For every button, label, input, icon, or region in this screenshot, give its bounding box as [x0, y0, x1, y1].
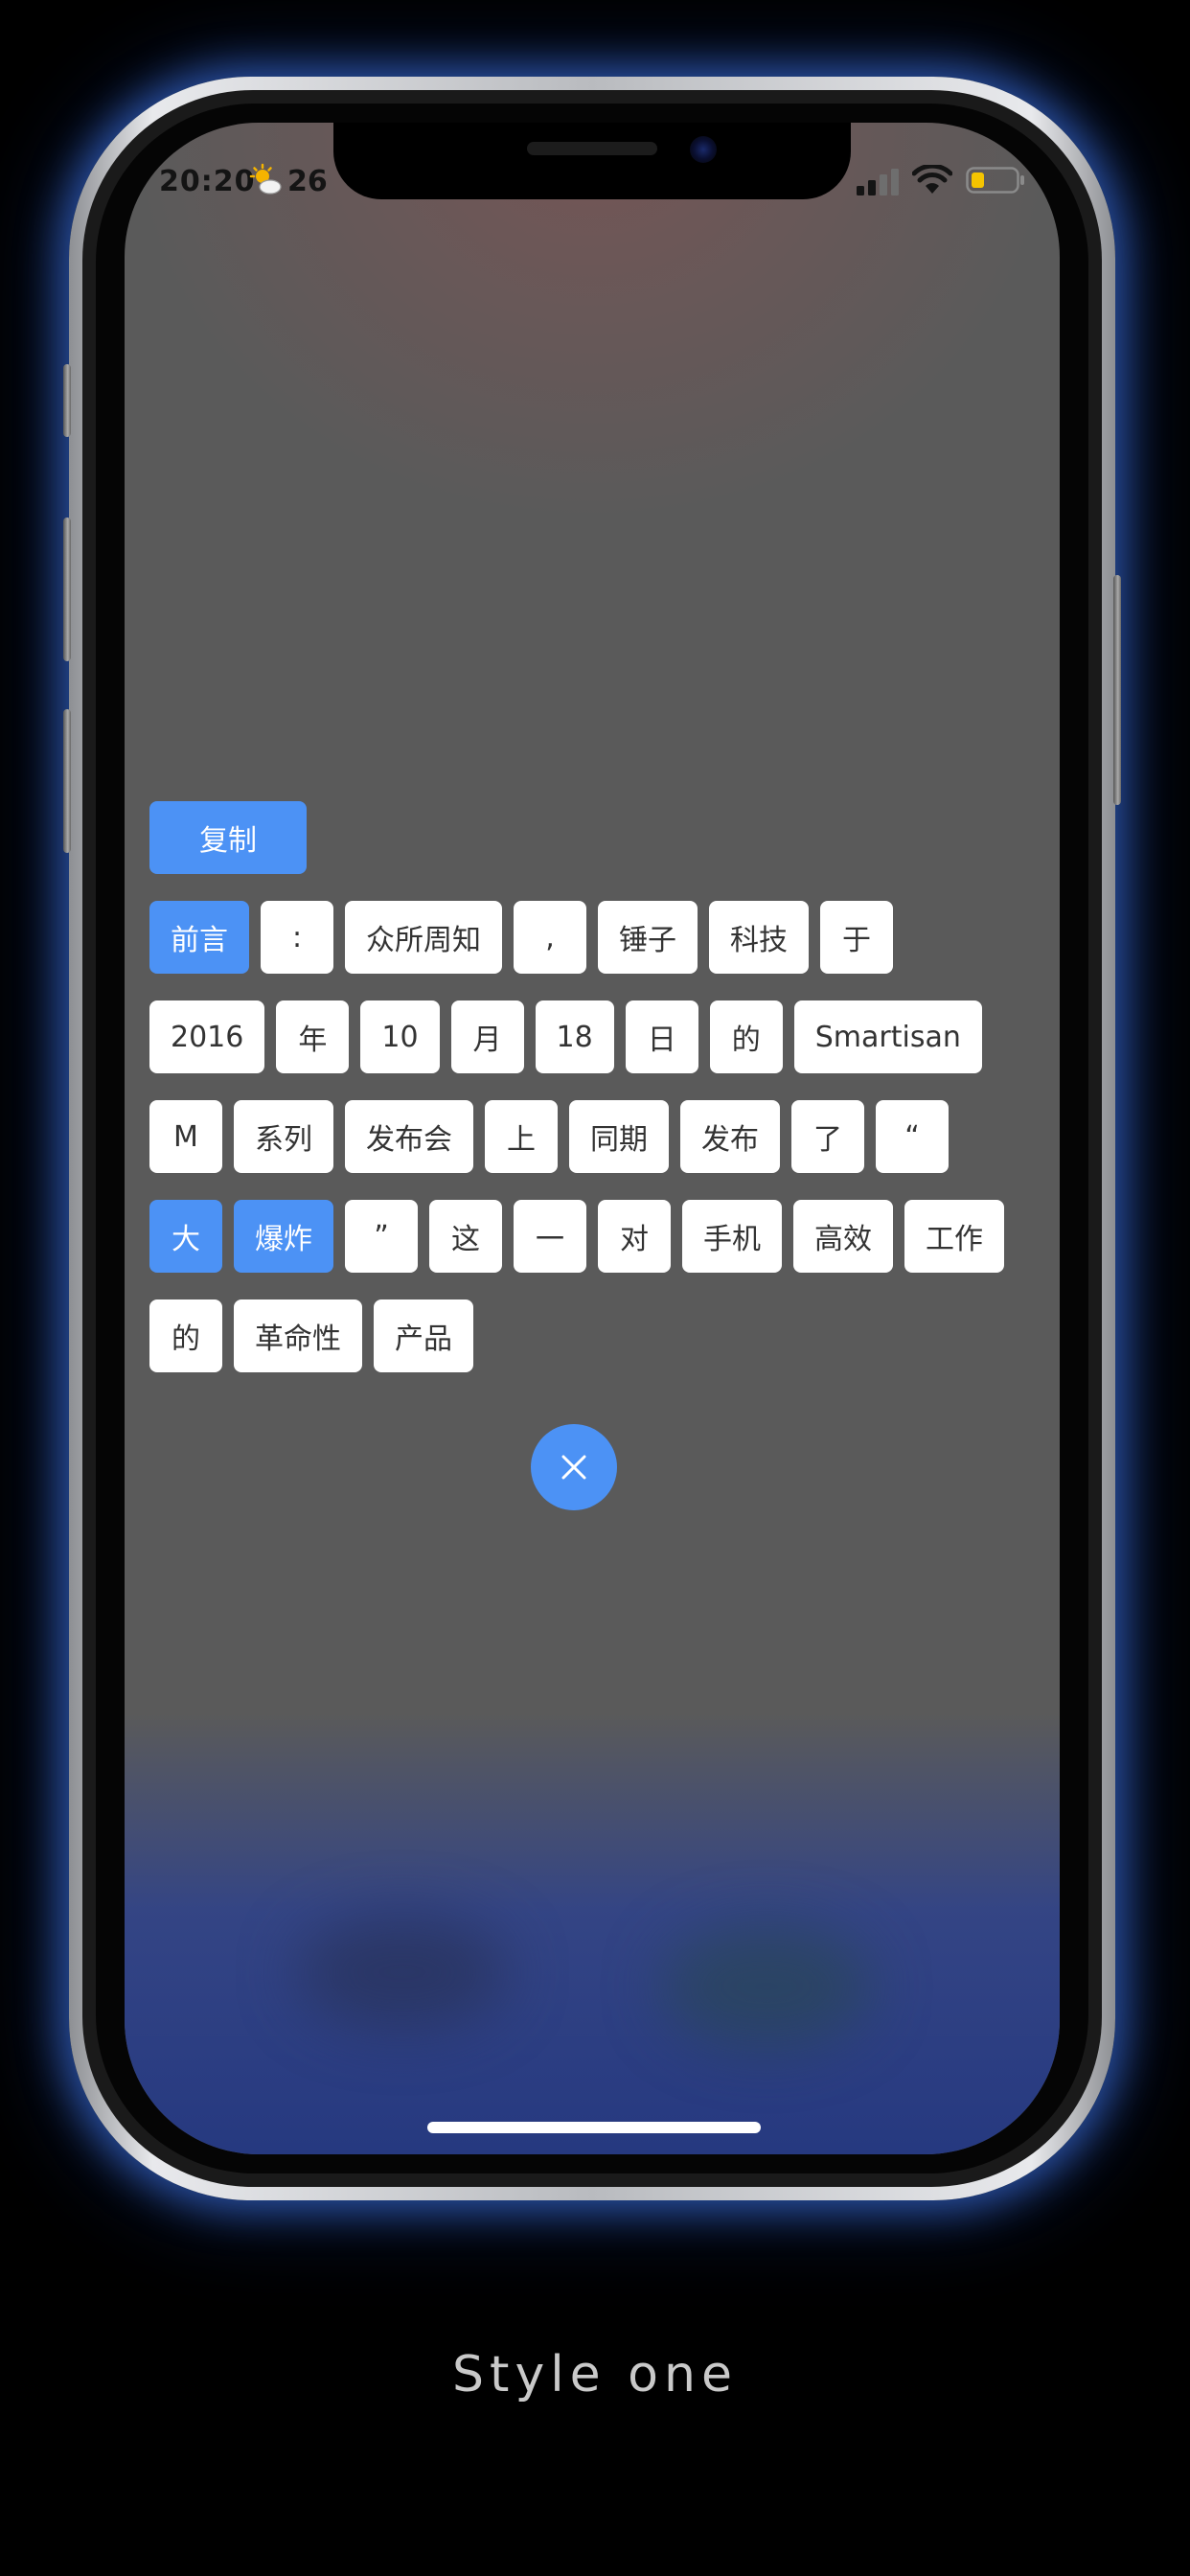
token[interactable]: 工作: [904, 1200, 1004, 1273]
token[interactable]: ”: [345, 1200, 418, 1273]
screen-background-bottom: [125, 1714, 1060, 2154]
wifi-icon: [912, 165, 952, 194]
token[interactable]: 对: [598, 1200, 671, 1273]
token[interactable]: 高效: [793, 1200, 893, 1273]
battery-low-icon: [966, 167, 1024, 194]
token-row: 前言: 众所周知, 锤子 科技于: [149, 901, 1041, 974]
volume-up-button: [63, 518, 71, 661]
token[interactable]: 2016: [149, 1000, 265, 1073]
token[interactable]: 于: [820, 901, 893, 974]
copy-button[interactable]: 复制: [149, 801, 307, 874]
token[interactable]: 10: [360, 1000, 440, 1073]
token[interactable]: 这: [429, 1200, 502, 1273]
token-selected[interactable]: 爆炸: [234, 1200, 333, 1273]
token[interactable]: ,: [514, 901, 586, 974]
close-icon: [561, 1455, 586, 1480]
token-row: 2016 年 10 月 18 日的 Smartisan: [149, 1000, 1041, 1073]
token[interactable]: 18: [535, 1000, 614, 1073]
power-button: [1113, 575, 1121, 805]
blurred-dock-shape-left: [297, 1915, 508, 2030]
volume-down-button: [63, 709, 71, 853]
token-row: M 系列 发布会上同期 发布了 “: [149, 1100, 1041, 1173]
token[interactable]: 的: [149, 1300, 222, 1372]
token[interactable]: 产品: [374, 1300, 473, 1372]
token[interactable]: 月: [450, 1000, 524, 1073]
token[interactable]: 革命性: [234, 1300, 362, 1372]
token-row: 大爆炸” 这一对手机 高效 工作: [149, 1200, 1041, 1273]
partly-sunny-icon: [249, 163, 282, 195]
token[interactable]: 一: [514, 1200, 586, 1273]
token[interactable]: 手机: [682, 1200, 782, 1273]
mute-switch: [63, 364, 71, 437]
token[interactable]: 科技: [709, 901, 809, 974]
token-row: 的革命性 产品: [149, 1300, 1041, 1372]
token[interactable]: 众所周知: [345, 901, 502, 974]
token[interactable]: 系列: [234, 1100, 333, 1173]
token[interactable]: 锤子: [598, 901, 698, 974]
front-camera: [690, 136, 717, 163]
earpiece-speaker: [527, 142, 657, 155]
showcase-page: 20:20 26 复制 前言: 众所周知 , 锤子 科技 于 2016 年 1…: [0, 0, 1190, 2576]
token[interactable]: “: [876, 1100, 949, 1173]
token[interactable]: Smartisan: [793, 1000, 982, 1073]
token[interactable]: 了: [791, 1100, 864, 1173]
token-selected[interactable]: 大: [149, 1200, 222, 1273]
token[interactable]: M: [149, 1100, 222, 1173]
token-selected[interactable]: 前言: [149, 901, 249, 974]
token[interactable]: :: [261, 901, 333, 974]
token[interactable]: 年: [276, 1000, 350, 1073]
status-time: 20:20: [159, 165, 256, 198]
notch: [333, 123, 851, 199]
token[interactable]: 日: [625, 1000, 698, 1073]
phone-screen: 20:20 26 复制 前言: 众所周知 , 锤子 科技 于 2016 年 1…: [125, 123, 1060, 2154]
home-indicator[interactable]: [427, 2122, 761, 2133]
style-caption: Style one: [452, 2346, 738, 2404]
token[interactable]: 发布: [680, 1100, 780, 1173]
token[interactable]: 发布会: [345, 1100, 473, 1173]
token[interactable]: 上: [485, 1100, 558, 1173]
cellular-signal-icon: [857, 169, 899, 196]
segmented-word-tokens: 前言: 众所周知, 锤子 科技于 2016 年 10 月 18 日的 Smartisan M 系列 发布会…: [149, 901, 1041, 1399]
token[interactable]: 的: [709, 1000, 783, 1073]
close-button[interactable]: [531, 1424, 617, 1510]
blurred-dock-shape-right: [661, 1924, 872, 2049]
status-temperature: 26: [287, 165, 328, 198]
token[interactable]: 同期: [569, 1100, 669, 1173]
